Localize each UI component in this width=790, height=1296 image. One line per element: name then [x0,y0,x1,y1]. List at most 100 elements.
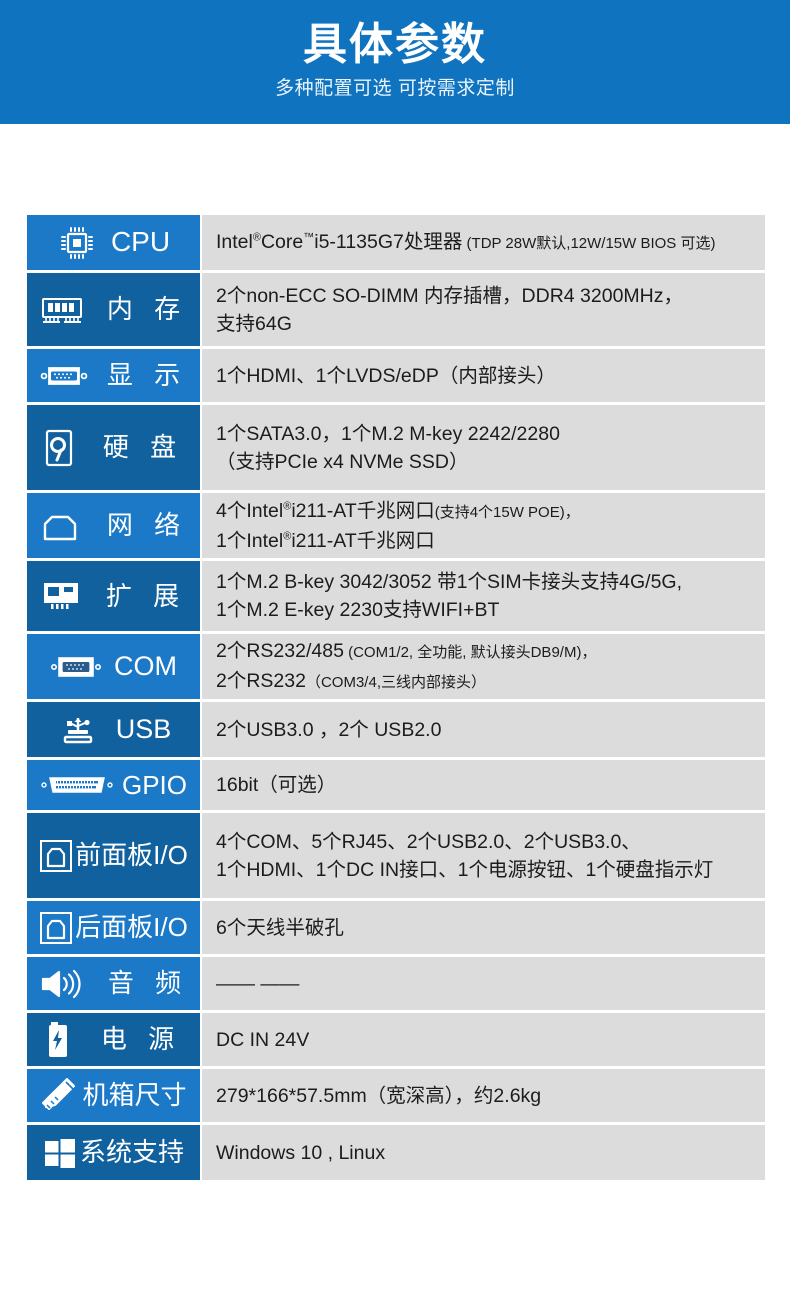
spec-value-line: 1个HDMI、1个LVDS/eDP（内部接头） [216,362,765,390]
spec-row: 后面板I/O 6个天线半破孔 [27,901,765,954]
spec-row: 前面板I/O 4个COM、5个RJ45、2个USB2.0、2个USB3.0、 1个H… [27,813,765,898]
spec-label-text: 机箱尺寸 [82,1080,187,1111]
spec-value-main: 2个non-ECC SO-DIMM 内存插槽，DDR4 3200MHz， [216,284,684,307]
page-header-banner: 具体参数 多种配置可选 可按需求定制 [0,0,790,124]
spec-label-text: 电 源 [100,1024,182,1055]
spec-label-text: 音 频 [107,968,189,999]
spec-value-cell: 279*166*57.5mm（宽深高），约2.6kg [202,1069,765,1122]
page-title: 具体参数 [303,20,487,69]
spec-value-line: DC IN 24V [216,1026,765,1054]
spec-value-line: 2个RS232（COM3/4,三线内部接头） [216,667,765,697]
spec-label-cell: 前面板I/O [27,813,200,898]
spec-value-cell: —— —— [202,957,765,1010]
ruler-pencil-icon [40,1076,80,1116]
spec-label-text: 显 示 [106,360,188,391]
spec-row: COM 2个RS232/485 (COM1/2, 全功能, 默认接头DB9/M)，… [27,634,765,699]
spec-row: 内 存 2个non-ECC SO-DIMM 内存插槽，DDR4 3200MHz， 支… [27,273,765,346]
spec-value-main: 16bit（可选） [216,774,337,796]
spec-label-text: 硬 盘 [102,432,184,463]
spec-value-cell: 1个M.2 B-key 3042/3052 带1个SIM卡接头支持4G/5G, 1… [202,561,765,631]
spec-label-cell: 电 源 [27,1013,200,1066]
spec-row: 电 源 DC IN 24V [27,1013,765,1066]
expansion-card-icon [41,579,81,613]
spec-label-text: 系统支持 [79,1137,184,1168]
spec-value-cell: 6个天线半破孔 [202,901,765,954]
spec-value-main: 1个SATA3.0，1个M.2 M-key 2242/2280 [216,422,560,445]
spec-value-note: (支持4个15W POE)， [434,503,580,521]
hard-disk-icon [44,428,74,468]
rj45-network-icon [40,509,80,543]
spec-label-cell: 扩 展 [27,561,200,631]
spec-value-line: 2个non-ECC SO-DIMM 内存插槽，DDR4 3200MHz， [216,282,765,310]
spec-value-line: 4个Intel®i211-AT千兆网口(支持4个15W POE)， [216,497,765,527]
spec-value-line: 支持64G [216,310,765,338]
spec-value-main: 1个M.2 E-key 2230支持WIFI+BT [216,599,500,621]
audio-speaker-icon [39,967,83,1001]
spec-row: USB 2个USB3.0 ，2个 USB2.0 [27,702,765,757]
spec-label-cell: 后面板I/O [27,901,200,954]
spec-label-text: 网 络 [106,510,188,541]
spec-value-cell: 1个SATA3.0，1个M.2 M-key 2242/2280 （支持PCIe x… [202,405,765,490]
front-panel-io-icon [39,839,73,873]
spec-value-main: 6个天线半破孔 [216,916,344,939]
spec-value-line: 1个Intel®i211-AT千兆网口 [216,527,765,555]
spec-row: GPIO 16bit（可选） [27,760,765,810]
spec-value-main: 1个HDMI、1个LVDS/eDP（内部接头） [216,364,556,387]
spec-row: 硬 盘 1个SATA3.0，1个M.2 M-key 2242/2280 （支持PCI… [27,405,765,490]
spec-value-cell: DC IN 24V [202,1013,765,1066]
spec-label-text: COM [114,650,177,681]
spec-row: CPU Intel®Core™i5-1135G7处理器 (TDP 28W默认,12… [27,215,765,270]
spec-value-line: 1个M.2 B-key 3042/3052 带1个SIM卡接头支持4G/5G, [216,568,765,596]
spec-label-cell: 网 络 [27,493,200,558]
db9-serial-icon [50,655,102,679]
spec-value-main: 2个RS232/485 [216,639,344,662]
spec-value-note: (COM1/2, 全功能, 默认接头DB9/M)， [343,643,597,661]
cpu-chip-icon [57,223,97,263]
spec-label-cell: 系统支持 [27,1125,200,1180]
spec-value-main: 1个M.2 B-key 3042/3052 带1个SIM卡接头支持4G/5G, [216,571,683,593]
spec-value-line: （支持PCIe x4 NVMe SSD） [216,448,765,476]
spec-value-main: DC IN 24V [216,1028,310,1051]
spec-row: 网 络 4个Intel®i211-AT千兆网口(支持4个15W POE)， 1个In… [27,493,765,558]
spec-value-note: (TDP 28W默认,12W/15W BIOS 可选) [462,234,716,252]
spec-value-main: Windows 10 , Linux [216,1141,386,1164]
spec-value-note: （COM3/4,三线内部接头） [305,673,486,691]
spec-value-line: —— —— [216,970,765,998]
spec-value-cell: Windows 10 , Linux [202,1125,765,1180]
spec-label-text: USB [115,713,172,744]
spec-value-main: （支持PCIe x4 NVMe SSD） [216,450,469,473]
specification-table: CPU Intel®Core™i5-1135G7处理器 (TDP 28W默认,12… [27,215,765,1183]
spec-label-cell: 硬 盘 [27,405,200,490]
spec-value-line: 6个天线半破孔 [216,914,765,942]
spec-value-line: 2个RS232/485 (COM1/2, 全功能, 默认接头DB9/M)， [216,637,765,667]
spec-value-cell: Intel®Core™i5-1135G7处理器 (TDP 28W默认,12W/1… [202,215,765,270]
spec-row: 机箱尺寸 279*166*57.5mm（宽深高），约2.6kg [27,1069,765,1122]
spec-label-cell: COM [27,634,200,699]
vga-display-icon [40,363,88,389]
spec-value-line: 279*166*57.5mm（宽深高），约2.6kg [216,1082,765,1110]
spec-value-cell: 2个USB3.0 ，2个 USB2.0 [202,702,765,757]
spec-row: 音 频 —— —— [27,957,765,1010]
page-subtitle: 多种配置可选 可按需求定制 [275,78,515,99]
spec-label-text: CPU [110,226,171,258]
spec-value-main: 支持64G [216,312,292,335]
spec-value-cell: 4个Intel®i211-AT千兆网口(支持4个15W POE)， 1个Intel… [202,493,765,558]
spec-value-line: 16bit（可选） [216,771,765,799]
spec-value-line: Intel®Core™i5-1135G7处理器 (TDP 28W默认,12W/1… [216,228,765,258]
spec-label-text: GPIO [121,769,187,800]
usb-trident-icon [56,713,100,747]
spec-value-line: 1个HDMI、1个DC IN接口、1个电源按钮、1个硬盘指示灯 [216,856,765,884]
windows-logo-icon [43,1136,77,1170]
power-battery-icon [46,1020,70,1060]
spec-row: 扩 展 1个M.2 B-key 3042/3052 带1个SIM卡接头支持4G/5… [27,561,765,631]
spec-row: 显 示 1个HDMI、1个LVDS/eDP（内部接头） [27,349,765,402]
spec-value-cell: 16bit（可选） [202,760,765,810]
spec-value-line: 4个COM、5个RJ45、2个USB2.0、2个USB3.0、 [216,828,765,856]
spec-value-main: 4个COM、5个RJ45、2个USB2.0、2个USB3.0、 [216,830,641,853]
spec-value-main: Intel®Core™i5-1135G7处理器 [216,230,463,253]
spec-label-text: 前面板I/O [75,840,188,871]
spec-value-line: Windows 10 , Linux [216,1139,765,1167]
spec-label-cell: CPU [27,215,200,270]
spec-label-cell: USB [27,702,200,757]
rear-panel-io-icon [39,911,73,945]
